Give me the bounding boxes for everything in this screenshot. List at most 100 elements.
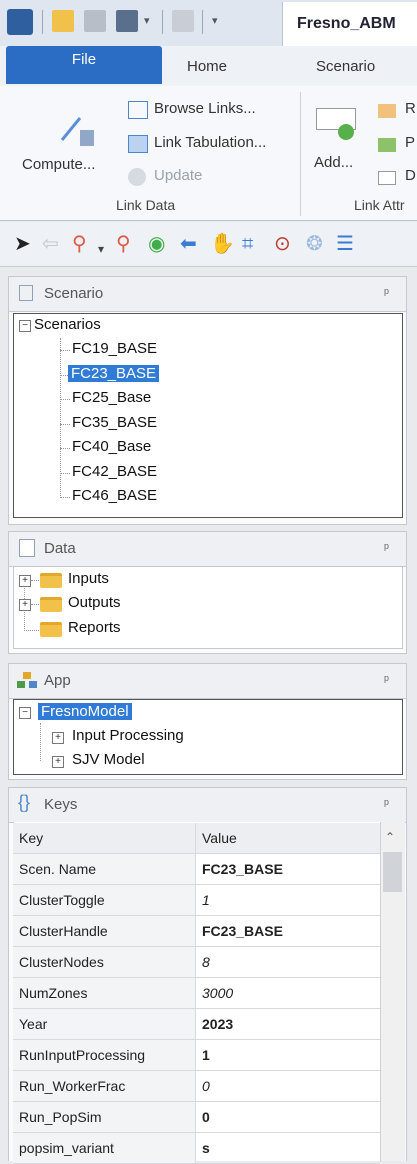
pointer-icon[interactable]: ➤ bbox=[14, 233, 31, 255]
pin-icon[interactable]: ᵖ bbox=[384, 540, 389, 555]
d-button[interactable]: D bbox=[405, 167, 416, 184]
key-cell: ClusterNodes bbox=[13, 947, 196, 977]
scenario-item-fc40[interactable]: FC40_Base bbox=[72, 438, 151, 455]
table-row[interactable]: ClusterToggle 1 bbox=[13, 885, 380, 916]
app-menu-icon[interactable] bbox=[7, 9, 33, 35]
globe-icon[interactable]: ◉ bbox=[148, 233, 165, 255]
scenario-item-fc42[interactable]: FC42_BASE bbox=[72, 463, 157, 480]
table-row[interactable]: Run_WorkerFrac 0 bbox=[13, 1071, 380, 1102]
document-tab-title[interactable]: Fresno_ABM bbox=[282, 2, 417, 46]
expand-icon[interactable]: + bbox=[19, 575, 31, 587]
app-item-sjv-model[interactable]: SJV Model bbox=[72, 751, 145, 768]
scenario-item-fc19[interactable]: FC19_BASE bbox=[72, 340, 157, 357]
tab-file[interactable]: File bbox=[6, 46, 162, 84]
table-row[interactable]: ClusterHandle FC23_BASE bbox=[13, 916, 380, 947]
folder-icon bbox=[40, 597, 62, 612]
full-extent-icon[interactable]: ⌗ bbox=[242, 233, 253, 255]
value-cell[interactable]: 2023 bbox=[196, 1009, 380, 1039]
scroll-thumb[interactable] bbox=[383, 852, 402, 892]
back-icon[interactable]: ⇦ bbox=[42, 233, 59, 255]
compute-icon[interactable] bbox=[58, 110, 98, 150]
folder-icon bbox=[40, 622, 62, 637]
value-cell[interactable]: 1 bbox=[196, 885, 380, 915]
link-tabulation-button[interactable]: Link Tabulation... bbox=[154, 134, 266, 151]
table-row[interactable]: RunInputProcessing 1 bbox=[13, 1040, 380, 1071]
pin-icon[interactable]: ᵖ bbox=[384, 672, 389, 687]
value-cell[interactable]: 0 bbox=[196, 1071, 380, 1101]
r-button[interactable]: R bbox=[405, 100, 416, 117]
scroll-up-icon[interactable]: ⌃ bbox=[385, 830, 395, 844]
key-column-header[interactable]: Key bbox=[13, 823, 196, 853]
scenarios-root[interactable]: Scenarios bbox=[34, 316, 101, 333]
update-icon bbox=[128, 168, 146, 186]
save-icon[interactable] bbox=[84, 10, 106, 32]
compute-button[interactable]: Compute... bbox=[22, 156, 95, 173]
table-row[interactable]: Run_PopSim 0 bbox=[13, 1102, 380, 1133]
list-icon[interactable]: ☰ bbox=[336, 233, 354, 255]
value-cell[interactable]: s bbox=[196, 1133, 380, 1163]
value-cell[interactable]: FC23_BASE bbox=[196, 916, 380, 946]
data-item-outputs[interactable]: Outputs bbox=[68, 594, 121, 611]
separator bbox=[202, 10, 203, 34]
add-button[interactable]: Add... bbox=[314, 154, 353, 171]
scenario-panel-title: Scenario bbox=[44, 285, 104, 302]
app-item-input-processing[interactable]: Input Processing bbox=[72, 727, 184, 744]
refresh-icon[interactable]: ❂ bbox=[306, 233, 323, 255]
browse-links-button[interactable]: Browse Links... bbox=[154, 100, 256, 117]
value-cell[interactable]: 0 bbox=[196, 1102, 380, 1132]
tree-line bbox=[60, 473, 70, 474]
table-row[interactable]: NumZones 3000 bbox=[13, 978, 380, 1009]
data-item-inputs[interactable]: Inputs bbox=[68, 570, 109, 587]
table-icon bbox=[128, 135, 148, 153]
table-row[interactable]: popsim_variant s bbox=[13, 1133, 380, 1164]
update-button[interactable]: Update bbox=[154, 167, 202, 184]
arrow-left-icon[interactable]: ⬅ bbox=[180, 233, 197, 255]
scenario-item-fc35[interactable]: FC35_BASE bbox=[72, 414, 157, 431]
tab-scenario[interactable]: Scenario bbox=[316, 58, 375, 75]
data-item-reports[interactable]: Reports bbox=[68, 619, 121, 636]
expand-icon[interactable]: + bbox=[52, 732, 64, 744]
scenario-item-fc23-selected[interactable]: FC23_BASE bbox=[68, 365, 160, 382]
customize-qat-icon[interactable]: ▾ bbox=[212, 14, 218, 27]
expand-icon[interactable]: + bbox=[19, 599, 31, 611]
database-icon[interactable] bbox=[172, 10, 194, 32]
chevron-down-icon[interactable]: ▾ bbox=[98, 238, 104, 260]
data-icon bbox=[19, 539, 35, 557]
pin-icon[interactable]: ᵖ bbox=[384, 796, 389, 811]
table-row[interactable]: ClusterNodes 8 bbox=[13, 947, 380, 978]
pan-hand-icon[interactable]: ✋ bbox=[210, 233, 235, 255]
key-cell: Run_PopSim bbox=[13, 1102, 196, 1132]
rename-icon bbox=[378, 104, 396, 118]
tree-line bbox=[60, 375, 68, 376]
key-cell: popsim_variant bbox=[13, 1133, 196, 1163]
layers-icon[interactable] bbox=[116, 10, 138, 32]
key-cell: Scen. Name bbox=[13, 854, 196, 884]
value-cell[interactable]: 1 bbox=[196, 1040, 380, 1070]
value-column-header[interactable]: Value bbox=[196, 823, 380, 853]
value-cell[interactable]: 8 bbox=[196, 947, 380, 977]
collapse-icon[interactable]: − bbox=[19, 707, 31, 719]
key-cell: RunInputProcessing bbox=[13, 1040, 196, 1070]
table-row[interactable]: Scen. Name FC23_BASE bbox=[13, 854, 380, 885]
scenario-item-fc46[interactable]: FC46_BASE bbox=[72, 487, 157, 504]
zoom-out-icon[interactable]: ⚲ bbox=[116, 233, 131, 255]
chevron-down-icon[interactable]: ▾ bbox=[144, 14, 150, 27]
expand-icon[interactable]: + bbox=[52, 756, 64, 768]
value-cell[interactable]: FC23_BASE bbox=[196, 854, 380, 884]
key-cell: ClusterHandle bbox=[13, 916, 196, 946]
delete-icon bbox=[378, 171, 396, 185]
open-folder-icon[interactable] bbox=[52, 10, 74, 32]
tree-line bbox=[31, 580, 39, 581]
zoom-in-icon[interactable]: ⚲ bbox=[72, 233, 87, 255]
tab-home[interactable]: Home bbox=[187, 58, 227, 75]
keys-scrollbar[interactable]: ⌃ bbox=[380, 822, 405, 1161]
pin-icon[interactable]: ᵖ bbox=[384, 285, 389, 300]
app-root-fresnomodel[interactable]: FresnoModel bbox=[38, 703, 132, 720]
p-button[interactable]: P bbox=[405, 134, 415, 151]
collapse-icon[interactable]: − bbox=[19, 320, 31, 332]
identify-icon[interactable]: ⊙ bbox=[274, 233, 291, 255]
paste-icon bbox=[378, 138, 396, 152]
scenario-item-fc25[interactable]: FC25_Base bbox=[72, 389, 151, 406]
value-cell[interactable]: 3000 bbox=[196, 978, 380, 1008]
table-row[interactable]: Year 2023 bbox=[13, 1009, 380, 1040]
